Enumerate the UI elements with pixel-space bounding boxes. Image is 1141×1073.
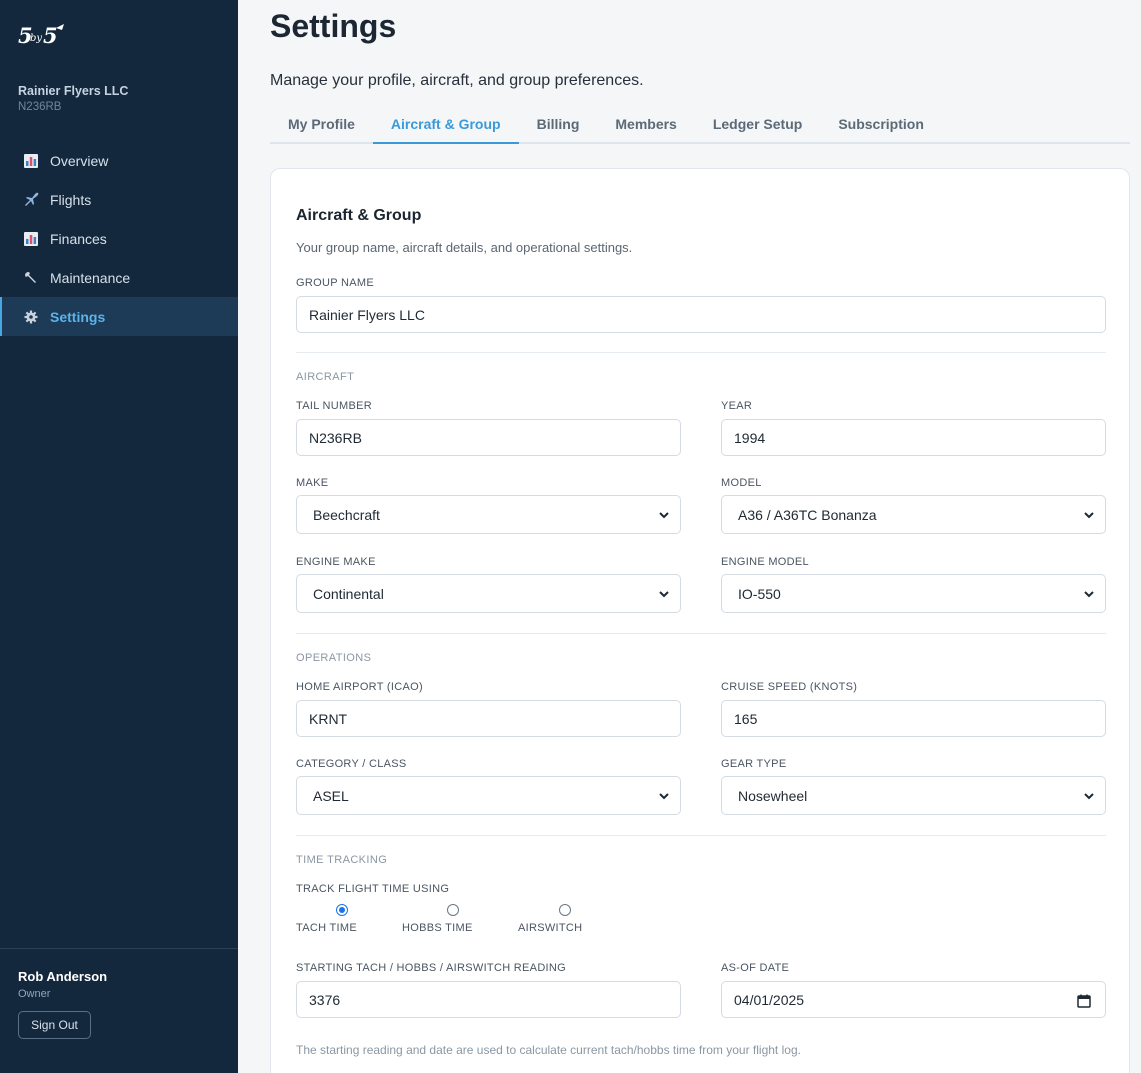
tab-ledger-setup[interactable]: Ledger Setup xyxy=(695,106,820,144)
category-class-select[interactable]: ASEL xyxy=(296,776,681,815)
chevron-down-icon xyxy=(659,512,669,519)
gear-type-select-value: Nosewheel xyxy=(738,787,808,804)
home-airport-label: HOME AIRPORT (ICAO) xyxy=(296,681,423,693)
tab-subscription[interactable]: Subscription xyxy=(820,106,942,144)
divider xyxy=(296,835,1106,836)
tab-aircraft-group[interactable]: Aircraft & Group xyxy=(372,106,519,144)
operations-section-label: OPERATIONS xyxy=(296,652,372,664)
sidebar-item-label: Flights xyxy=(50,191,92,208)
sidebar-item-flights[interactable]: Flights xyxy=(0,180,238,219)
engine-make-label: ENGINE MAKE xyxy=(296,556,376,568)
card-title: Aircraft & Group xyxy=(296,207,422,224)
brand-logo[interactable]: 5 by 5 xyxy=(18,22,68,48)
svg-text:5: 5 xyxy=(43,23,58,48)
page-subtitle: Manage your profile, aircraft, and group… xyxy=(270,72,644,89)
sidebar: 5 by 5 Rainier Flyers LLC N236RB Overvie… xyxy=(0,0,238,1073)
user-name: Rob Anderson xyxy=(18,969,108,984)
time-tracking-section-label: TIME TRACKING xyxy=(296,854,388,866)
aircraft-section-label: AIRCRAFT xyxy=(296,371,355,383)
sidebar-item-overview[interactable]: Overview xyxy=(0,141,238,180)
engine-model-select-value: IO-550 xyxy=(738,585,781,602)
org-info: Rainier Flyers LLC N236RB xyxy=(18,84,128,113)
time-tracking-footnote: The starting reading and date are used t… xyxy=(296,1043,801,1057)
tab-my-profile[interactable]: My Profile xyxy=(270,106,373,144)
org-tail-number: N236RB xyxy=(18,101,62,113)
hobbs-time-label: HOBBS TIME xyxy=(402,922,473,934)
cruise-speed-label: CRUISE SPEED (KNOTS) xyxy=(721,681,858,693)
user-role: Owner xyxy=(18,988,51,1000)
gear-type-select[interactable]: Nosewheel xyxy=(721,776,1106,815)
engine-make-select-value: Continental xyxy=(313,585,384,602)
aircraft-group-card: Aircraft & Group Your group name, aircra… xyxy=(270,168,1130,1073)
org-name: Rainier Flyers LLC xyxy=(18,84,129,98)
page-title: Settings xyxy=(270,8,397,44)
year-label: YEAR xyxy=(721,400,753,412)
tab-billing[interactable]: Billing xyxy=(519,106,598,144)
tab-members[interactable]: Members xyxy=(597,106,694,144)
chevron-down-icon xyxy=(1084,512,1094,519)
track-flight-time-label: TRACK FLIGHT TIME USING xyxy=(296,883,450,895)
sidebar-item-settings[interactable]: Settings xyxy=(0,297,238,336)
group-name-field[interactable]: Rainier Flyers LLC xyxy=(296,296,1106,333)
tail-number-field[interactable]: N236RB xyxy=(296,419,681,456)
sign-out-button[interactable]: Sign Out xyxy=(18,1011,91,1039)
hobbs-time-radio[interactable] xyxy=(447,904,459,916)
sidebar-item-label: Overview xyxy=(50,152,109,169)
sidebar-user: Rob Anderson Owner Sign Out xyxy=(0,948,238,1073)
chevron-down-icon xyxy=(659,793,669,800)
as-of-date-value: 04/01/2025 xyxy=(734,991,805,1008)
group-name-label: GROUP NAME xyxy=(296,277,374,289)
starting-reading-label: STARTING TACH / HOBBS / AIRSWITCH READIN… xyxy=(296,962,567,974)
make-select[interactable]: Beechcraft xyxy=(296,495,681,534)
sidebar-item-finances[interactable]: Finances xyxy=(0,219,238,258)
card-subtitle: Your group name, aircraft details, and o… xyxy=(296,240,633,255)
as-of-date-label: AS-OF DATE xyxy=(721,962,790,974)
svg-text:by: by xyxy=(30,33,42,44)
settings-tabs: My Profile Aircraft & Group Billing Memb… xyxy=(270,106,1130,144)
gear-type-label: GEAR TYPE xyxy=(721,758,787,770)
calendar-icon[interactable] xyxy=(1077,994,1091,1008)
home-airport-field[interactable]: KRNT xyxy=(296,700,681,737)
chevron-down-icon xyxy=(1084,591,1094,598)
main-content: Settings Manage your profile, aircraft, … xyxy=(238,0,1141,1073)
engine-model-select[interactable]: IO-550 xyxy=(721,574,1106,613)
bar-chart-icon xyxy=(22,230,40,248)
divider xyxy=(296,633,1106,634)
make-label: MAKE xyxy=(296,477,329,489)
gear-icon xyxy=(22,308,40,326)
engine-model-label: ENGINE MODEL xyxy=(721,556,809,568)
chevron-down-icon xyxy=(1084,793,1094,800)
sidebar-item-label: Finances xyxy=(50,230,107,247)
as-of-date-field[interactable]: 04/01/2025 xyxy=(721,981,1106,1018)
sidebar-nav: Overview Flights Finances Maintenance Se… xyxy=(0,141,238,336)
bar-chart-icon xyxy=(22,152,40,170)
chevron-down-icon xyxy=(659,591,669,598)
airplane-icon xyxy=(22,191,40,209)
wrench-icon xyxy=(22,269,40,287)
brand-logo-icon: 5 by 5 xyxy=(18,23,64,48)
model-label: MODEL xyxy=(721,477,762,489)
year-field[interactable]: 1994 xyxy=(721,419,1106,456)
category-class-select-value: ASEL xyxy=(313,787,349,804)
tail-number-label: TAIL NUMBER xyxy=(296,400,373,412)
cruise-speed-field[interactable]: 165 xyxy=(721,700,1106,737)
tach-time-label: TACH TIME xyxy=(296,922,357,934)
sidebar-item-label: Settings xyxy=(50,308,106,325)
tach-time-radio[interactable] xyxy=(336,904,348,916)
sidebar-item-maintenance[interactable]: Maintenance xyxy=(0,258,238,297)
airswitch-label: AIRSWITCH xyxy=(518,922,583,934)
category-class-label: CATEGORY / CLASS xyxy=(296,758,407,770)
make-select-value: Beechcraft xyxy=(313,506,380,523)
starting-reading-field[interactable]: 3376 xyxy=(296,981,681,1018)
divider xyxy=(296,352,1106,353)
model-select-value: A36 / A36TC Bonanza xyxy=(738,506,877,523)
model-select[interactable]: A36 / A36TC Bonanza xyxy=(721,495,1106,534)
engine-make-select[interactable]: Continental xyxy=(296,574,681,613)
sidebar-item-label: Maintenance xyxy=(50,269,131,286)
airswitch-radio[interactable] xyxy=(559,904,571,916)
